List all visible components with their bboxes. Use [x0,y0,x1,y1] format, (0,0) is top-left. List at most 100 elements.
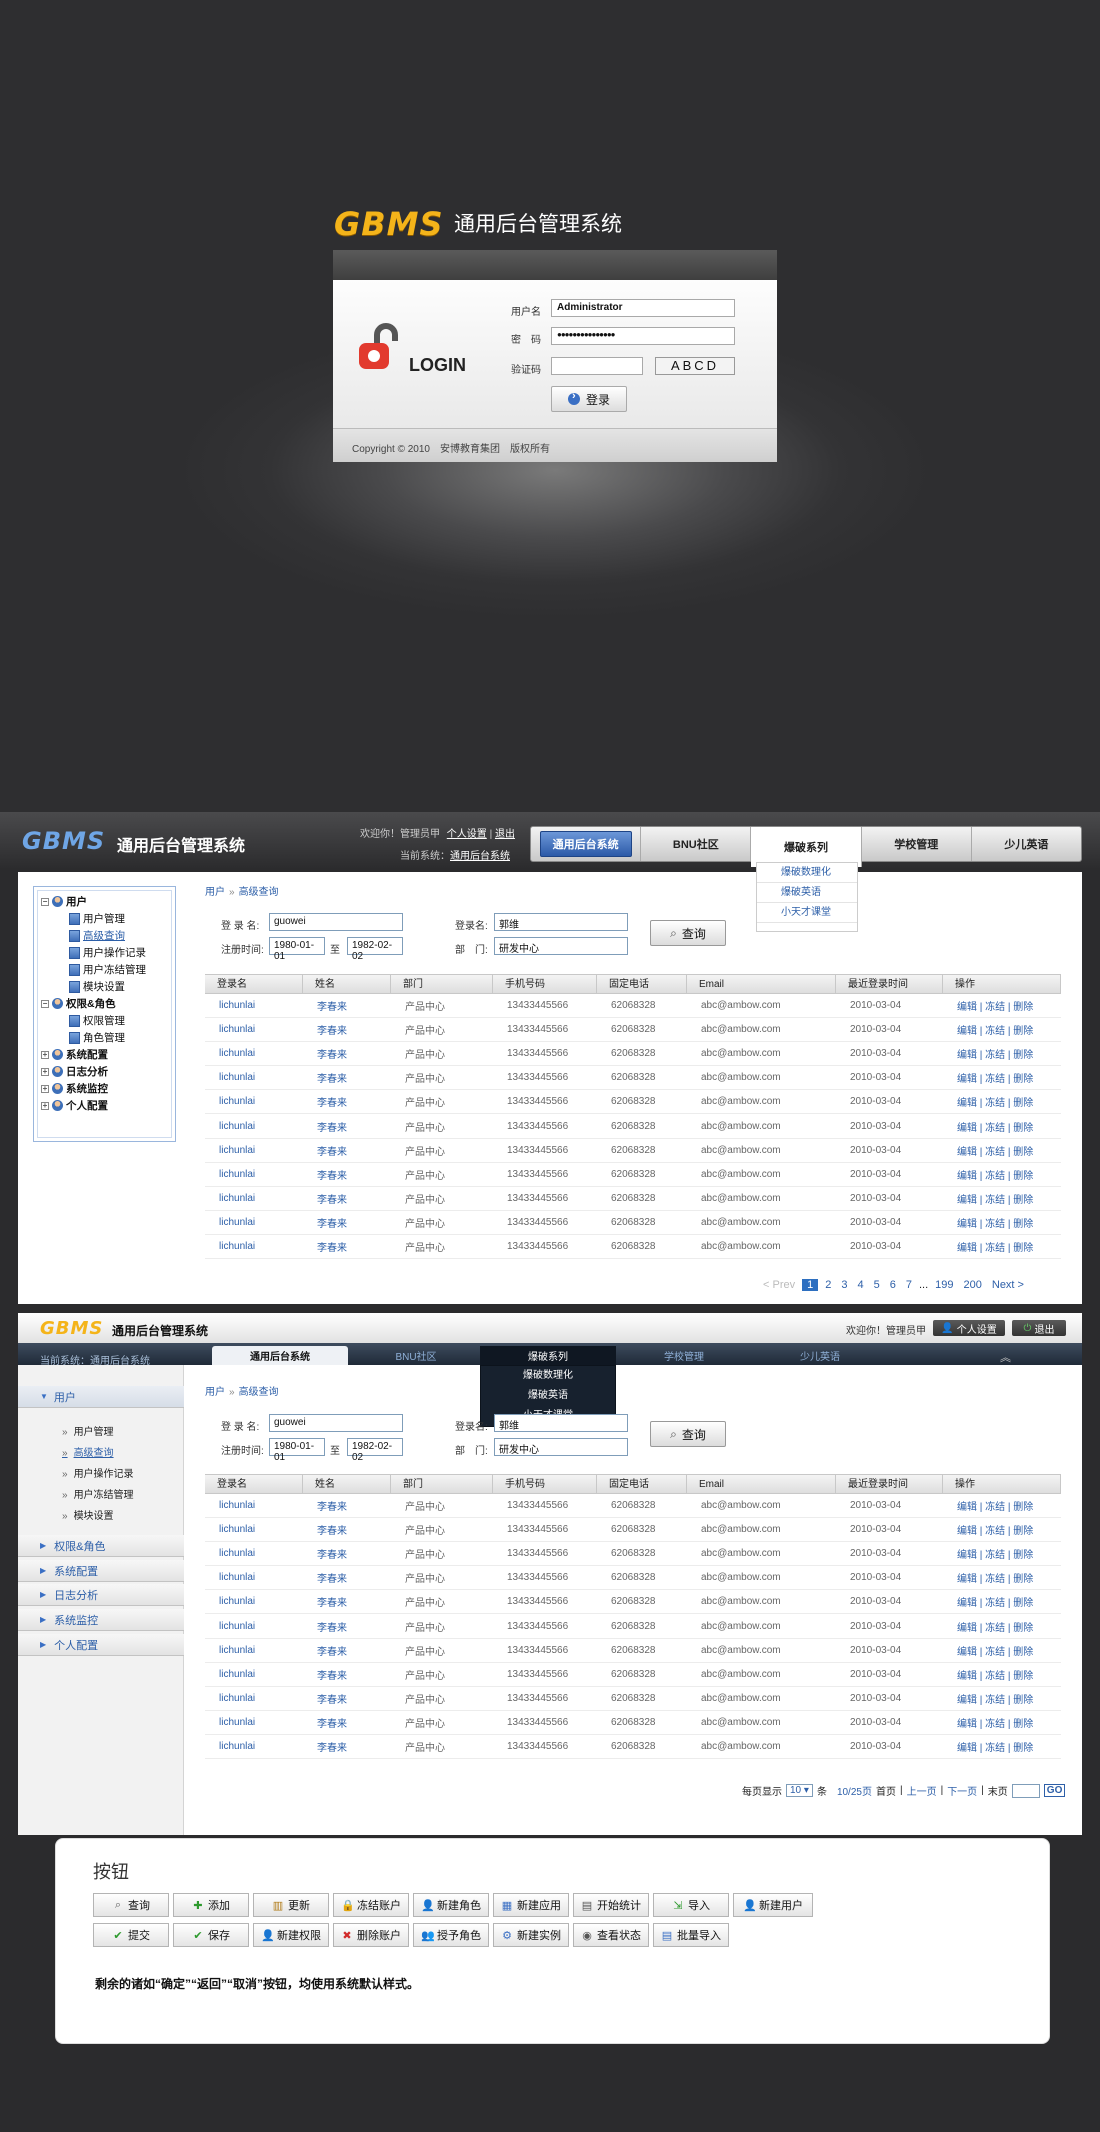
cell-actions[interactable]: 编辑 | 冻结 | 删除 [943,1119,1061,1134]
department-input[interactable]: 研发中心 [494,937,628,955]
cell-login[interactable]: lichunlai [205,1072,303,1083]
button-user[interactable]: 👤 新建角色 [413,1893,489,1917]
cell-name[interactable]: 李春来 [303,1094,391,1109]
cell-login[interactable]: lichunlai [205,1024,303,1035]
cell-login[interactable]: lichunlai [205,1145,303,1156]
dropdown-item[interactable]: 爆破数理化 [481,1366,615,1386]
cell-actions[interactable]: 编辑 | 冻结 | 删除 [943,1143,1061,1158]
button-batch-import[interactable]: ▤ 批量导入 [653,1923,729,1947]
button-permission[interactable]: 👤 新建权限 [253,1923,329,1947]
name-input[interactable]: 郭维 [494,1414,628,1432]
side-item[interactable]: ▶ 系统监控 [18,1609,184,1631]
tree-item-user-child[interactable]: 模块设置 [69,979,125,994]
expand-icon[interactable]: + [41,1050,49,1059]
cell-login[interactable]: lichunlai [205,1096,303,1107]
button-stats[interactable]: ▤ 开始统计 [573,1893,649,1917]
button-lock[interactable]: 🔒 冻结账户 [333,1893,409,1917]
column-header[interactable]: 手机号码 [493,975,597,993]
column-header[interactable]: 登录名 [205,1475,303,1493]
tree-item-user-child[interactable]: 用户冻结管理 [69,962,146,977]
button-add-user[interactable]: 👤 新建用户 [733,1893,813,1917]
per-page-select[interactable]: 10 ▾ [786,1784,813,1797]
cell-name[interactable]: 李春来 [303,998,391,1013]
cell-actions[interactable]: 编辑 | 冻结 | 删除 [943,1167,1061,1182]
tree-item-user-child[interactable]: 用户操作记录 [69,945,146,960]
personal-settings-button[interactable]: 👤 个人设置 [933,1320,1005,1336]
side-item[interactable]: ▶ 日志分析 [18,1584,184,1606]
button-app[interactable]: ▦ 新建应用 [493,1893,569,1917]
cell-actions[interactable]: 编辑 | 冻结 | 删除 [943,1643,1061,1658]
side-sub-item[interactable]: 模块设置 [62,1507,114,1522]
captcha-image[interactable]: ABCD [655,357,735,375]
prev-page-link[interactable]: 上一页 [907,1783,937,1798]
cell-name[interactable]: 李春来 [303,1046,391,1061]
nav-tab-english-b[interactable]: 少儿英语 [752,1346,888,1365]
nav-tab-baopo[interactable]: 爆破系列 [751,827,862,867]
column-header[interactable]: 操作 [943,975,1061,993]
cell-actions[interactable]: 编辑 | 冻结 | 删除 [943,1570,1061,1585]
dropdown-item[interactable]: 小天才课堂 [757,903,857,923]
query-button[interactable]: ⌕ 查询 [650,1421,726,1447]
go-button[interactable]: GO [1043,1784,1066,1797]
page-number-input[interactable] [1011,1783,1040,1798]
next-page-link[interactable]: 下一页 [947,1783,977,1798]
cell-actions[interactable]: 编辑 | 冻结 | 删除 [943,1070,1061,1085]
nav-tab-english[interactable]: 少儿英语 [972,827,1081,861]
cell-login[interactable]: lichunlai [205,1524,303,1535]
column-header[interactable]: 姓名 [303,1475,391,1493]
cell-actions[interactable]: 编辑 | 冻结 | 删除 [943,1239,1061,1254]
cell-name[interactable]: 李春来 [303,1643,391,1658]
button-instance[interactable]: ⚙ 新建实例 [493,1923,569,1947]
cell-name[interactable]: 李春来 [303,1143,391,1158]
page-link[interactable]: Next > [989,1279,1027,1291]
cell-login[interactable]: lichunlai [205,1621,303,1632]
login-name-input[interactable]: guowei [269,913,403,931]
cell-login[interactable]: lichunlai [205,1596,303,1607]
cell-actions[interactable]: 编辑 | 冻结 | 删除 [943,1667,1061,1682]
column-header[interactable]: 固定电话 [597,1475,687,1493]
logout-button[interactable]: ⏻ 退出 [1012,1320,1066,1336]
cell-login[interactable]: lichunlai [205,1000,303,1011]
column-header[interactable]: 手机号码 [493,1475,597,1493]
tree-item-1[interactable]: + 日志分析 [41,1064,108,1079]
cell-actions[interactable]: 编辑 | 冻结 | 删除 [943,1715,1061,1730]
page-link[interactable]: 5 [871,1279,883,1291]
cell-login[interactable]: lichunlai [205,1645,303,1656]
cell-name[interactable]: 李春来 [303,1570,391,1585]
cell-name[interactable]: 李春来 [303,1667,391,1682]
button-plus[interactable]: ✚ 添加 [173,1893,249,1917]
login-button[interactable]: 登录 [551,386,627,412]
side-sub-item[interactable]: 用户冻结管理 [62,1486,134,1501]
cell-login[interactable]: lichunlai [205,1193,303,1204]
tree-item-0[interactable]: + 系统配置 [41,1047,108,1062]
cell-name[interactable]: 李春来 [303,1022,391,1037]
collapse-icon[interactable]: ︽ [1000,1349,1011,1365]
cell-actions[interactable]: 编辑 | 冻结 | 删除 [943,998,1061,1013]
column-header[interactable]: 固定电话 [597,975,687,993]
column-header[interactable]: 登录名 [205,975,303,993]
personal-settings-link[interactable]: 个人设置 [447,829,487,840]
breadcrumb-current[interactable]: 高级查询 [239,1387,279,1398]
cell-login[interactable]: lichunlai [205,1121,303,1132]
expand-icon[interactable]: + [41,1101,49,1110]
login-name-input[interactable]: guowei [269,1414,403,1432]
cell-actions[interactable]: 编辑 | 冻结 | 删除 [943,1191,1061,1206]
tree-item-user-child[interactable]: 高级查询 [69,928,125,943]
side-item[interactable]: ▶ 系统配置 [18,1560,184,1582]
dropdown-item[interactable]: 爆破英语 [757,883,857,903]
tree-item-user[interactable]: − 用户 [41,894,87,909]
page-link[interactable]: 1 [802,1279,819,1291]
cell-login[interactable]: lichunlai [205,1548,303,1559]
breadcrumb-root[interactable]: 用户 [205,1387,225,1398]
cell-name[interactable]: 李春来 [303,1070,391,1085]
cell-name[interactable]: 李春来 [303,1239,391,1254]
cell-login[interactable]: lichunlai [205,1241,303,1252]
password-input[interactable]: ●●●●●●●●●●●●●●● [551,327,735,345]
button-save[interactable]: ✔ 保存 [173,1923,249,1947]
side-item[interactable]: ▶ 个人配置 [18,1634,184,1656]
cell-actions[interactable]: 编辑 | 冻结 | 删除 [943,1691,1061,1706]
nav-tab-school[interactable]: 学校管理 [862,827,972,861]
tree-item-perm-child[interactable]: 权限管理 [69,1013,125,1028]
cell-actions[interactable]: 编辑 | 冻结 | 删除 [943,1619,1061,1634]
page-link[interactable]: 200 [961,1279,985,1291]
